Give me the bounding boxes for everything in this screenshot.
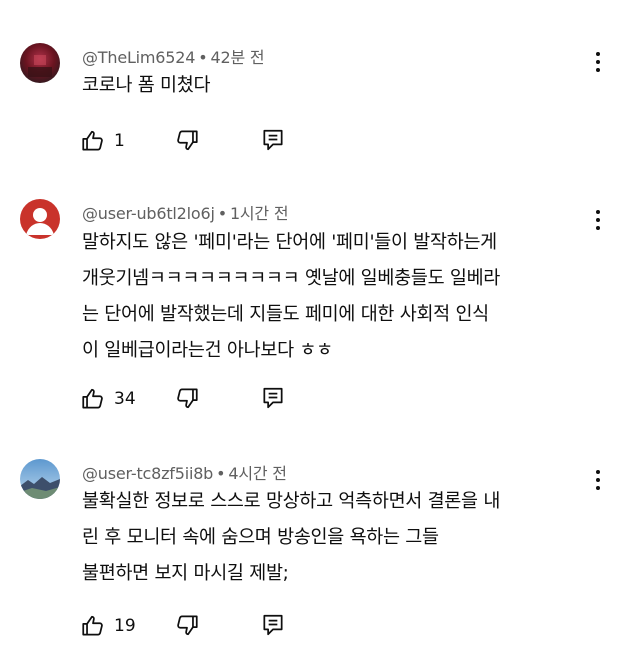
reply-icon xyxy=(263,129,283,151)
like-button[interactable]: 34 xyxy=(80,385,136,413)
like-count: 19 xyxy=(114,616,136,636)
comment-meta: @user-ub6tl2lo6j • 1시간 전 xyxy=(82,200,289,224)
comment-text: 코로나 폼 미쳤다 xyxy=(82,68,592,104)
reply-button[interactable] xyxy=(260,127,286,155)
comment-actions: 1 xyxy=(80,127,300,155)
avatar[interactable] xyxy=(20,43,60,83)
thumbs-down-icon xyxy=(177,388,198,409)
author-handle[interactable]: @user-ub6tl2lo6j xyxy=(82,204,215,223)
dislike-button[interactable] xyxy=(174,385,200,413)
comment-text: 말하지도 않은 '페미'라는 단어에 '페미'들이 발작하는게 개웃기넴ㅋㅋㅋㅋ… xyxy=(82,225,592,369)
comment-line: 코로나 폼 미쳤다 xyxy=(82,75,211,96)
comment-line: 말하지도 않은 '페미'라는 단어에 '페미'들이 발작하는게 xyxy=(82,232,497,253)
comment-line: 개웃기넴ㅋㅋㅋㅋㅋㅋㅋㅋㅋ 옛날에 일베충들도 일베라 xyxy=(82,268,501,289)
reply-button[interactable] xyxy=(260,612,286,640)
meta-separator: • xyxy=(217,204,227,223)
comment-line: 이 일베급이라는건 아나보다 ㅎㅎ xyxy=(82,340,333,361)
like-button[interactable]: 1 xyxy=(80,127,125,155)
author-handle[interactable]: @TheLim6524 xyxy=(82,48,195,67)
landscape-photo-avatar-icon xyxy=(20,459,60,499)
avatar[interactable] xyxy=(20,459,60,499)
comment-line: 린 후 모니터 속에 숨으며 방송인을 욕하는 그들 xyxy=(82,527,439,548)
comment-text: 불확실한 정보로 스스로 망상하고 억측하면서 결론을 내 린 후 모니터 속에… xyxy=(82,484,592,592)
timestamp[interactable]: 42분 전 xyxy=(210,48,264,67)
like-button[interactable]: 19 xyxy=(80,612,136,640)
thumbs-up-icon xyxy=(82,615,103,636)
timestamp[interactable]: 1시간 전 xyxy=(230,204,289,223)
avatar[interactable] xyxy=(20,199,60,239)
more-vert-icon[interactable] xyxy=(586,466,610,494)
comment-line: 불편하면 보지 마시길 제발; xyxy=(82,563,289,584)
meta-separator: • xyxy=(198,48,208,67)
reply-button[interactable] xyxy=(260,385,286,413)
reply-icon xyxy=(263,387,283,409)
default-person-avatar-icon xyxy=(20,199,60,239)
like-count: 34 xyxy=(114,389,136,409)
meta-separator: • xyxy=(216,464,226,483)
like-count: 1 xyxy=(114,131,125,151)
dislike-button[interactable] xyxy=(174,612,200,640)
comment-line: 불확실한 정보로 스스로 망상하고 억측하면서 결론을 내 xyxy=(82,491,501,512)
comment-actions: 34 xyxy=(80,385,300,413)
dislike-button[interactable] xyxy=(174,127,200,155)
comment-line: 는 단어에 발작했는데 지들도 페미에 대한 사회적 인식 xyxy=(82,304,489,325)
timestamp[interactable]: 4시간 전 xyxy=(228,464,287,483)
author-handle[interactable]: @user-tc8zf5ii8b xyxy=(82,464,213,483)
comment-meta: @user-tc8zf5ii8b • 4시간 전 xyxy=(82,460,287,484)
thumbs-down-icon xyxy=(177,615,198,636)
comment-meta: @TheLim6524 • 42분 전 xyxy=(82,44,265,68)
thumbs-up-icon xyxy=(82,388,103,409)
more-vert-icon[interactable] xyxy=(586,48,610,76)
more-vert-icon[interactable] xyxy=(586,206,610,234)
thumbs-up-icon xyxy=(82,130,103,151)
thumbs-down-icon xyxy=(177,130,198,151)
reply-icon xyxy=(263,614,283,636)
dark-red-photo-avatar-icon xyxy=(20,43,60,83)
comment-actions: 19 xyxy=(80,612,300,640)
